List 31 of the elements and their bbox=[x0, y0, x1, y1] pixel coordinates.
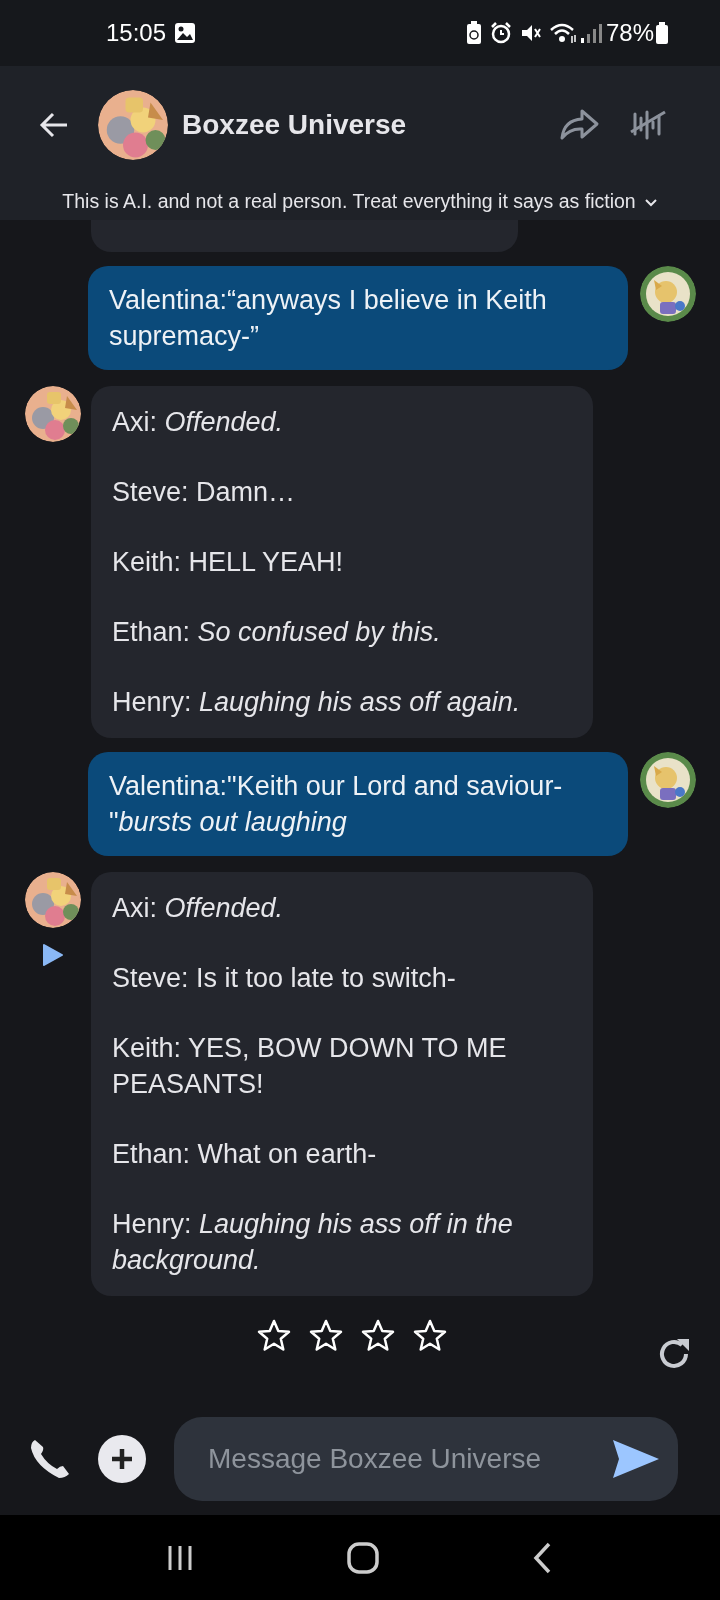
battery-percentage: 78% bbox=[605, 18, 654, 48]
message-bubble: Valentina:“anyways I believe in Keith supremacy-” bbox=[88, 266, 628, 370]
battery-saver-icon bbox=[465, 21, 482, 45]
signal-icon bbox=[579, 22, 602, 44]
add-button[interactable] bbox=[98, 1435, 146, 1483]
rating-star[interactable] bbox=[360, 1318, 396, 1354]
alarm-icon bbox=[489, 22, 512, 44]
message-text: Axi: Offended. bbox=[112, 406, 285, 439]
message-text: Keith: HELL YEAH! bbox=[112, 546, 345, 579]
battery-icon bbox=[656, 22, 668, 44]
message-text: Ethan: So confused by this. bbox=[112, 616, 442, 649]
disclaimer-banner[interactable]: This is A.I. and not a real person. Treat everything it says as fiction bbox=[0, 184, 720, 220]
message-bubble: Valentina:"Keith our Lord and saviour-"bursts out laughing bbox=[88, 752, 628, 856]
status-time: 15:05 bbox=[106, 18, 167, 48]
message-text: Steve: Damn… bbox=[112, 476, 297, 509]
message-text: Henry: Laughing his ass off again. bbox=[112, 686, 522, 719]
message-text: Keith: YES, BOW DOWN TO ME PEASANTS! bbox=[112, 1032, 508, 1101]
chat-title: Boxzee Universe bbox=[182, 108, 407, 142]
rating-star[interactable] bbox=[412, 1318, 448, 1354]
message-text: Henry: Laughing his ass off in the background. bbox=[112, 1208, 514, 1277]
play-button[interactable] bbox=[40, 942, 66, 968]
message-text: Axi: Offended. bbox=[112, 892, 285, 925]
message-text: Steve: Is it too late to switch- bbox=[112, 962, 457, 995]
rating-star[interactable] bbox=[308, 1318, 344, 1354]
wifi-icon bbox=[549, 22, 576, 44]
plus-icon bbox=[109, 1446, 135, 1472]
home-button[interactable] bbox=[346, 1540, 380, 1575]
message-text: Ethan: What on earth- bbox=[112, 1138, 378, 1171]
message-input[interactable]: Message Boxzee Universe bbox=[174, 1417, 678, 1501]
rating-star[interactable] bbox=[256, 1318, 292, 1354]
gallery-icon bbox=[174, 22, 197, 44]
